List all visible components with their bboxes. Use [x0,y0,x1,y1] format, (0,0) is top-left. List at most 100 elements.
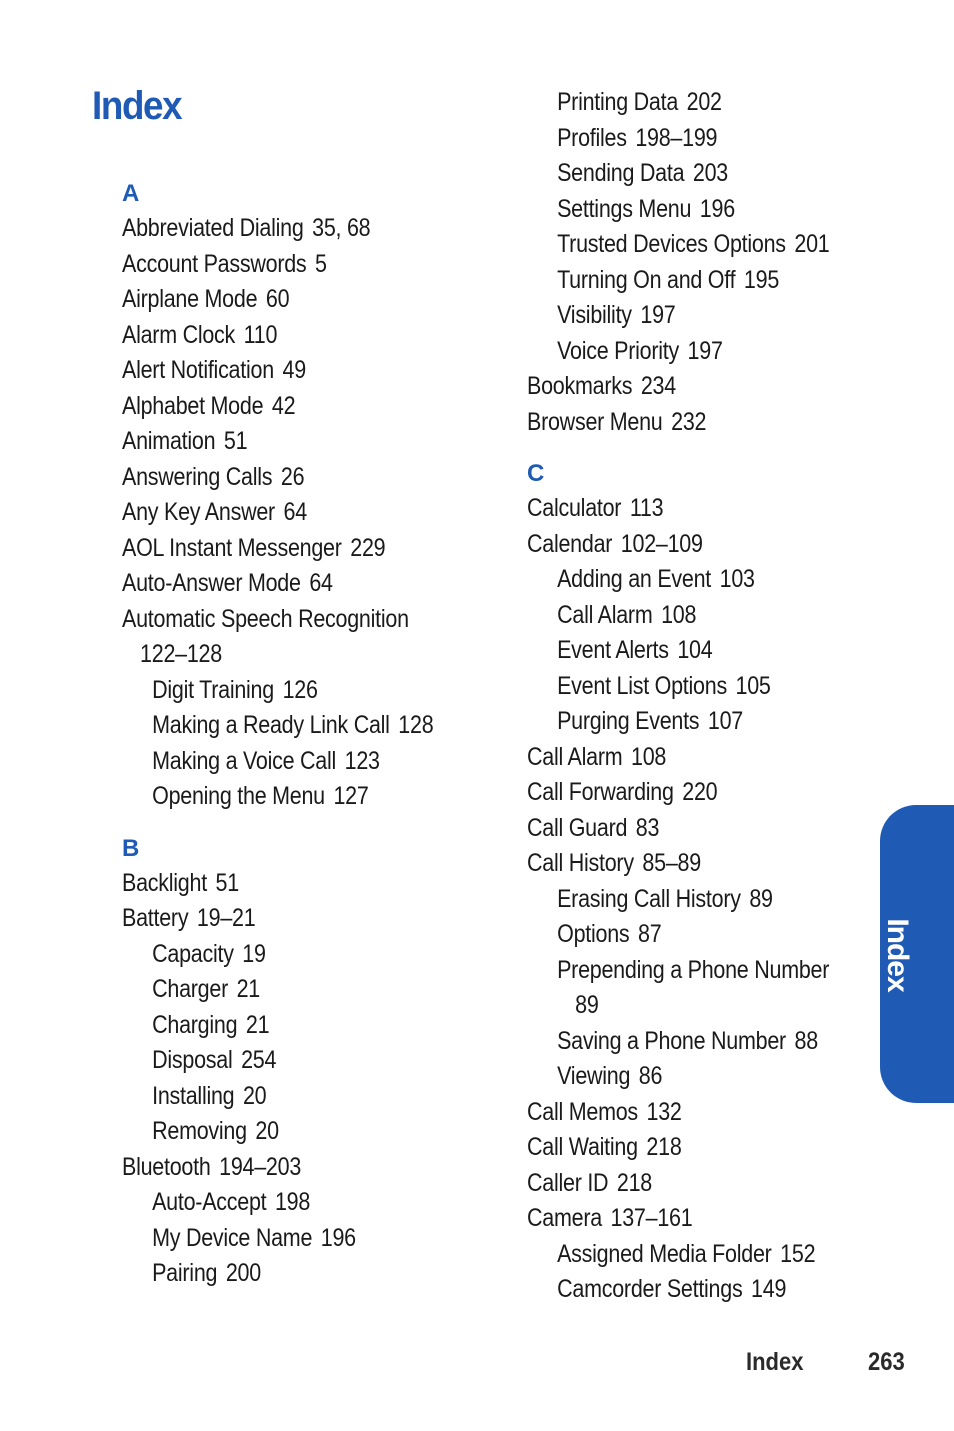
entry-page-ref[interactable]: 200 [226,1259,261,1287]
entry-page-ref[interactable]: 85–89 [642,849,701,877]
entry-term: Voice Priority [557,336,679,365]
entry-page-ref[interactable]: 64 [284,498,308,526]
entry-term: Calculator [527,494,622,522]
index-entry: Call Alarm 108 [527,740,811,776]
index-subentry: Purging Events 107 [527,704,811,740]
section-letter: B [122,834,140,862]
entry-term: Account Passwords [122,249,307,278]
index-entry: Call Waiting 218 [527,1130,811,1166]
entry-term: Abbreviated Dialing [122,214,304,242]
entry-term: Event List Options [557,671,727,700]
entry-page-ref[interactable]: 195 [744,266,779,294]
entry-page-ref[interactable]: 20 [255,1117,279,1145]
index-subentry: Removing 20 [122,1114,449,1150]
entry-term: Bluetooth [122,1152,211,1181]
entry-page-ref[interactable]: 107 [708,707,743,735]
entry-page-ref[interactable]: 19–21 [197,904,256,932]
entry-page-ref[interactable]: 110 [244,321,278,349]
entry-page-ref[interactable]: 88 [795,1027,819,1055]
entry-page-ref[interactable]: 104 [677,636,712,664]
entry-term: Camcorder Settings [557,1275,743,1303]
entry-page-ref[interactable]: 51 [216,869,240,897]
entry-page-ref[interactable]: 103 [720,565,755,593]
entry-page-ref[interactable]: 42 [272,392,296,420]
page-title: Index [92,84,183,128]
entry-page-ref[interactable]: 86 [639,1062,663,1090]
entry-page-ref[interactable]: 26 [281,463,305,491]
entry-page-ref[interactable]: 218 [646,1133,681,1161]
index-entry: Automatic Speech Recognition [122,602,449,638]
entry-term: Caller ID [527,1168,609,1197]
entry-page-ref[interactable]: 232 [671,408,706,436]
entry-page-ref[interactable]: 60 [266,285,290,313]
entry-page-ref[interactable]: 123 [345,747,380,775]
entry-page-ref[interactable]: 108 [631,743,666,771]
index-subentry: 89 [527,988,811,1024]
entry-term: Any Key Answer [122,498,275,526]
entry-page-ref[interactable]: 19 [242,940,266,968]
index-subentry: Capacity 19 [122,937,449,973]
entry-page-ref[interactable]: 198 [275,1188,310,1216]
entry-page-ref[interactable]: 35, 68 [312,214,370,242]
entry-term: Disposal [152,1046,233,1074]
entry-page-ref[interactable]: 89 [749,885,773,913]
index-subentry: Making a Voice Call 123 [122,744,449,780]
entry-page-ref[interactable]: 49 [282,356,306,384]
entry-page-ref[interactable]: 196 [321,1224,356,1252]
entry-term: Auto-Accept [152,1188,267,1216]
index-column-left: A Abbreviated Dialing 35, 68 Account Passwo… [122,176,502,1292]
entry-page-ref[interactable]: 122–128 [140,640,222,668]
index-subentry: Making a Ready Link Call 128 [122,708,449,744]
entry-page-ref[interactable]: 197 [688,337,723,365]
entry-page-ref[interactable]: 21 [246,1011,270,1039]
entry-term: Adding an Event [557,565,712,593]
entry-page-ref[interactable]: 20 [243,1082,267,1110]
entry-term: Assigned Media Folder [557,1239,772,1268]
entry-page-ref[interactable]: 102–109 [621,530,703,558]
entry-page-ref[interactable]: 196 [700,195,735,223]
entry-page-ref[interactable]: 89 [575,991,599,1019]
entry-page-ref[interactable]: 201 [794,230,829,258]
entry-term: Call Memos [527,1097,638,1126]
entry-page-ref[interactable]: 113 [630,494,664,522]
entry-page-ref[interactable]: 137–161 [611,1204,693,1232]
entry-page-ref[interactable]: 218 [617,1169,652,1197]
section-letter: C [527,460,545,487]
entry-page-ref[interactable]: 127 [333,782,368,810]
entry-page-ref[interactable]: 229 [350,534,385,562]
entry-page-ref[interactable]: 254 [241,1046,276,1074]
entry-page-ref[interactable]: 87 [638,920,662,948]
index-subentry: Installing 20 [122,1079,449,1115]
entry-page-ref[interactable]: 64 [309,569,333,597]
entry-page-ref[interactable]: 105 [736,672,771,700]
entry-page-ref[interactable]: 128 [398,711,433,739]
index-subentry: Sending Data 203 [527,156,811,192]
entry-page-ref[interactable]: 198–199 [635,124,717,152]
index-entry: Alarm Clock 110 [122,318,449,354]
entry-term: Opening the Menu [152,782,325,810]
entry-term: Settings Menu [557,194,692,223]
entry-page-ref[interactable]: 203 [693,159,728,187]
entry-term: Alarm Clock [122,320,236,349]
entry-page-ref[interactable]: 220 [682,778,717,806]
index-subentry: Opening the Menu 127 [122,779,449,815]
entry-page-ref[interactable]: 132 [647,1098,682,1126]
entry-page-ref[interactable]: 108 [661,601,696,629]
entry-page-ref[interactable]: 234 [641,372,676,400]
index-entry: Caller ID 218 [527,1166,811,1202]
entry-page-ref[interactable]: 51 [224,427,248,455]
entry-page-ref[interactable]: 83 [636,814,660,842]
index-subentry: Camcorder Settings 149 [527,1272,811,1308]
entry-page-ref[interactable]: 194–203 [219,1153,301,1181]
entry-page-ref[interactable]: 152 [780,1240,815,1268]
index-subentry: Charging 21 [122,1008,449,1044]
entry-page-ref[interactable]: 126 [283,676,318,704]
index-entry: Call History 85–89 [527,846,811,882]
entry-page-ref[interactable]: 202 [687,88,722,116]
entry-page-ref[interactable]: 21 [237,975,261,1003]
index-subentry: Trusted Devices Options 201 [527,227,830,263]
index-entry: Airplane Mode 60 [122,282,449,318]
entry-page-ref[interactable]: 149 [751,1275,786,1303]
entry-page-ref[interactable]: 5 [315,250,327,278]
entry-page-ref[interactable]: 197 [640,301,675,329]
